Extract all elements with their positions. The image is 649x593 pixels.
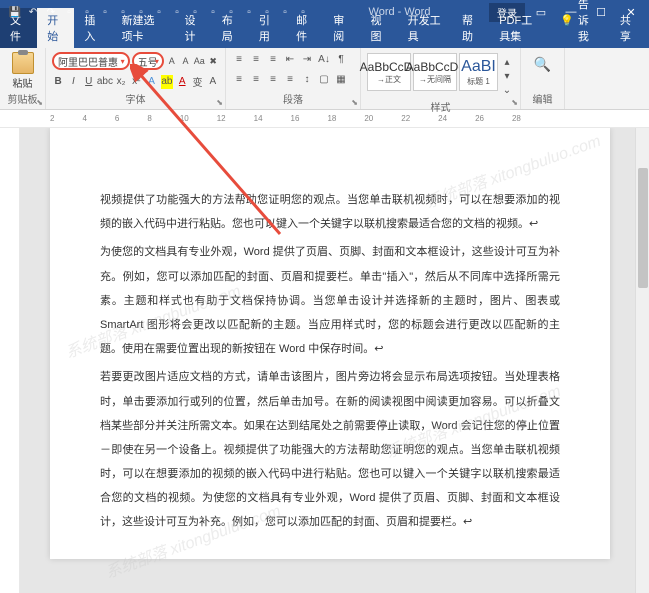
paragraph[interactable]: 视频提供了功能强大的方法帮助您证明您的观点。当您单击联机视频时，可以在想要添加的… (100, 188, 560, 236)
tell-me-search[interactable]: 💡 告诉我 (552, 0, 608, 48)
chevron-down-icon: ▾ (121, 57, 125, 66)
change-case-icon[interactable]: Aa (193, 54, 205, 68)
qat-icon[interactable]: ▫ (98, 5, 112, 19)
save-icon[interactable]: 💾 (8, 5, 22, 19)
highlight-icon[interactable]: ab (161, 75, 173, 89)
qat-icon[interactable]: ▫ (152, 5, 166, 19)
gallery-up-icon[interactable]: ▴ (500, 55, 514, 69)
document-area: 视频提供了功能强大的方法帮助您证明您的观点。当您单击联机视频时，可以在想要添加的… (0, 128, 649, 593)
gallery-down-icon[interactable]: ▾ (500, 69, 514, 83)
shading-icon[interactable]: ▢ (317, 73, 331, 87)
vertical-scrollbar[interactable] (635, 128, 649, 593)
subscript-icon[interactable]: x₂ (115, 75, 127, 89)
show-marks-icon[interactable]: ¶ (334, 52, 348, 66)
qat-icon[interactable]: ▫ (260, 5, 274, 19)
tab-review[interactable]: 审阅 (323, 8, 360, 48)
style-item[interactable]: AaBbCcDc →无间隔 (413, 53, 457, 91)
dialog-launcher-icon[interactable]: ⬊ (511, 98, 518, 107)
superscript-icon[interactable]: x² (130, 75, 142, 89)
paragraph[interactable]: 若要更改图片适应文档的方式，请单击该图片，图片旁边将会显示布局选项按钮。当处理表… (100, 365, 560, 534)
ribbon-tabs: 文件 开始 插入 新建选项卡 设计 布局 引用 邮件 审阅 视图 开发工具 帮助… (0, 24, 649, 48)
qat-icon[interactable]: ▫ (242, 5, 256, 19)
paste-button[interactable]: 粘贴 (12, 50, 34, 90)
qat-icon[interactable]: ▫ (206, 5, 220, 19)
qat-icon[interactable]: ▫ (188, 5, 202, 19)
align-right-icon[interactable]: ≡ (266, 73, 280, 87)
clear-formatting-icon[interactable]: ✖ (207, 54, 219, 68)
increase-font-icon[interactable]: A (166, 54, 178, 68)
document-page[interactable]: 视频提供了功能强大的方法帮助您证明您的观点。当您单击联机视频时，可以在想要添加的… (50, 128, 610, 559)
line-spacing-icon[interactable]: ↕ (300, 73, 314, 87)
bullets-icon[interactable]: ≡ (232, 52, 246, 66)
vertical-ruler[interactable] (0, 128, 20, 593)
chevron-down-icon: ▾ (155, 57, 159, 66)
group-paragraph: ≡ ≡ ≡ ⇤ ⇥ A↓ ¶ ≡ ≡ ≡ ≡ ↕ ▢ ▦ 段落 ⬊ (226, 48, 361, 109)
underline-icon[interactable]: U (83, 75, 95, 89)
dialog-launcher-icon[interactable]: ⬊ (216, 98, 223, 107)
group-font: 阿里巴巴普惠 ▾ 五号 ▾ A A Aa ✖ B I U abc x₂ x² A… (46, 48, 226, 109)
tab-pdf[interactable]: PDF工具集 (489, 8, 552, 48)
style-item[interactable]: AaBI 标题 1 (459, 53, 498, 91)
justify-icon[interactable]: ≡ (283, 73, 297, 87)
tab-view[interactable]: 视图 (360, 8, 397, 48)
multilevel-list-icon[interactable]: ≡ (266, 52, 280, 66)
group-clipboard: 粘贴 剪贴板 ⬊ (0, 48, 46, 109)
dialog-launcher-icon[interactable]: ⬊ (36, 98, 43, 107)
share-button[interactable]: 共享 (608, 8, 649, 48)
qat-icon[interactable]: ▫ (224, 5, 238, 19)
qat-icon[interactable]: ▫ (278, 5, 292, 19)
align-center-icon[interactable]: ≡ (249, 73, 263, 87)
redo-icon[interactable]: ↷ (44, 5, 58, 19)
font-name-selector[interactable]: 阿里巴巴普惠 ▾ (52, 52, 130, 70)
find-icon[interactable]: 🔍 (534, 50, 551, 73)
font-size-selector[interactable]: 五号 ▾ (132, 52, 164, 70)
qat-icon[interactable]: ▫ (134, 5, 148, 19)
style-item[interactable]: AaBbCcDc →正文 (367, 53, 411, 91)
italic-icon[interactable]: I (67, 75, 79, 89)
scroll-thumb[interactable] (638, 168, 648, 288)
styles-gallery[interactable]: AaBbCcDc →正文 AaBbCcDc →无间隔 AaBI 标题 1 ▴ ▾… (367, 50, 514, 99)
sort-icon[interactable]: A↓ (317, 52, 331, 66)
qat-icon[interactable]: ▫ (80, 5, 94, 19)
tab-help[interactable]: 帮助 (452, 8, 489, 48)
qat-icon[interactable]: ▫ (296, 5, 310, 19)
decrease-font-icon[interactable]: A (180, 54, 192, 68)
quick-access-toolbar: 💾 ↶ ↷ ▫ ▫ ▫ ▫ ▫ ▫ ▫ ▫ ▫ ▫ ▫ ▫ ▫ ▫ (0, 5, 310, 19)
group-styles: AaBbCcDc →正文 AaBbCcDc →无间隔 AaBI 标题 1 ▴ ▾… (361, 48, 521, 109)
dialog-launcher-icon[interactable]: ⬊ (351, 98, 358, 107)
strikethrough-icon[interactable]: abc (98, 75, 112, 89)
lightbulb-icon: 💡 (560, 14, 574, 27)
font-color-icon[interactable]: A (176, 75, 188, 89)
phonetic-guide-icon[interactable]: 变 (191, 75, 203, 89)
align-left-icon[interactable]: ≡ (232, 73, 246, 87)
qat-icon[interactable]: ▫ (116, 5, 130, 19)
paste-icon (12, 52, 34, 74)
numbering-icon[interactable]: ≡ (249, 52, 263, 66)
paragraph[interactable]: 为使您的文档具有专业外观，Word 提供了页眉、页脚、封面和文本框设计，这些设计… (100, 240, 560, 361)
horizontal-ruler[interactable]: 246810121416182022242628 (0, 110, 649, 128)
undo-icon[interactable]: ↶ (26, 5, 40, 19)
increase-indent-icon[interactable]: ⇥ (300, 52, 314, 66)
character-border-icon[interactable]: A (207, 75, 219, 89)
ribbon: 粘贴 剪贴板 ⬊ 阿里巴巴普惠 ▾ 五号 ▾ A A Aa ✖ B I U ab… (0, 48, 649, 110)
qat-icon[interactable]: ▫ (170, 5, 184, 19)
bold-icon[interactable]: B (52, 75, 64, 89)
text-effects-icon[interactable]: A (145, 75, 157, 89)
borders-icon[interactable]: ▦ (334, 73, 348, 87)
group-editing: 🔍 编辑 (521, 48, 565, 109)
decrease-indent-icon[interactable]: ⇤ (283, 52, 297, 66)
gallery-more-icon[interactable]: ⌄ (500, 83, 514, 97)
tab-developer[interactable]: 开发工具 (398, 8, 452, 48)
qat-icon[interactable]: ▫ (62, 5, 76, 19)
